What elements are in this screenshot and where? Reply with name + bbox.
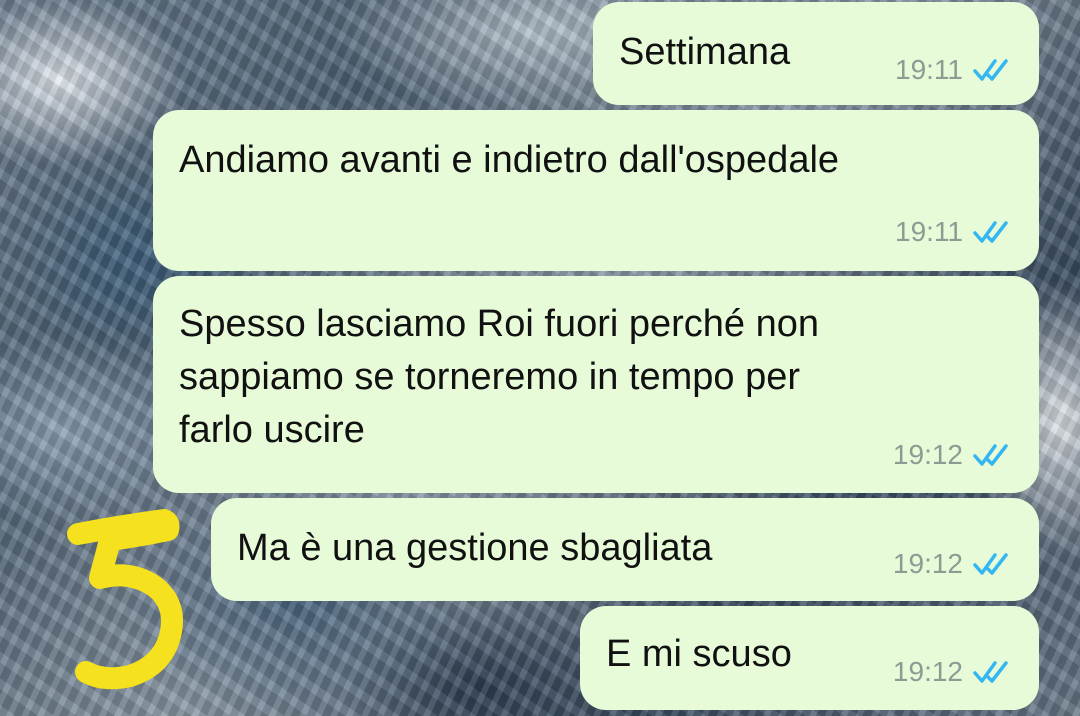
- message-meta: 19:12: [893, 548, 1015, 580]
- message-meta: 19:11: [895, 54, 1015, 86]
- message-time: 19:12: [892, 656, 963, 687]
- double-check-read-icon: [973, 221, 1008, 243]
- message-text: Spesso lasciamo Roi fuori perché non sap…: [179, 303, 820, 451]
- double-check-read-icon: [973, 59, 1008, 81]
- double-check-read-icon: [973, 444, 1008, 466]
- message-meta: 19:12: [893, 656, 1015, 688]
- message-bubble[interactable]: Ma è una gestione sbagliata 19:12: [211, 498, 1039, 601]
- message-time: 19:12: [892, 548, 963, 579]
- message-time: 19:11: [895, 54, 963, 85]
- message-text: Andiamo avanti e indietro dall'ospedale: [179, 139, 840, 181]
- message-bubble[interactable]: E mi scuso 19:12: [580, 606, 1039, 710]
- message-bubble[interactable]: Settimana 19:11: [593, 2, 1039, 105]
- message-time: 19:12: [892, 439, 963, 470]
- message-text: Ma è una gestione sbagliata: [237, 527, 713, 569]
- double-check-read-icon: [973, 553, 1008, 575]
- message-meta: 19:11: [895, 216, 1015, 248]
- message-text: Settimana: [619, 31, 791, 73]
- message-bubble[interactable]: Spesso lasciamo Roi fuori perché non sap…: [153, 276, 1039, 493]
- message-text: E mi scuso: [606, 633, 792, 675]
- message-meta: 19:12: [893, 439, 1015, 471]
- double-check-read-icon: [973, 661, 1008, 683]
- message-time: 19:11: [895, 216, 963, 247]
- handwritten-number-5-annotation: [67, 509, 183, 690]
- message-bubble[interactable]: Andiamo avanti e indietro dall'ospedale …: [153, 110, 1039, 271]
